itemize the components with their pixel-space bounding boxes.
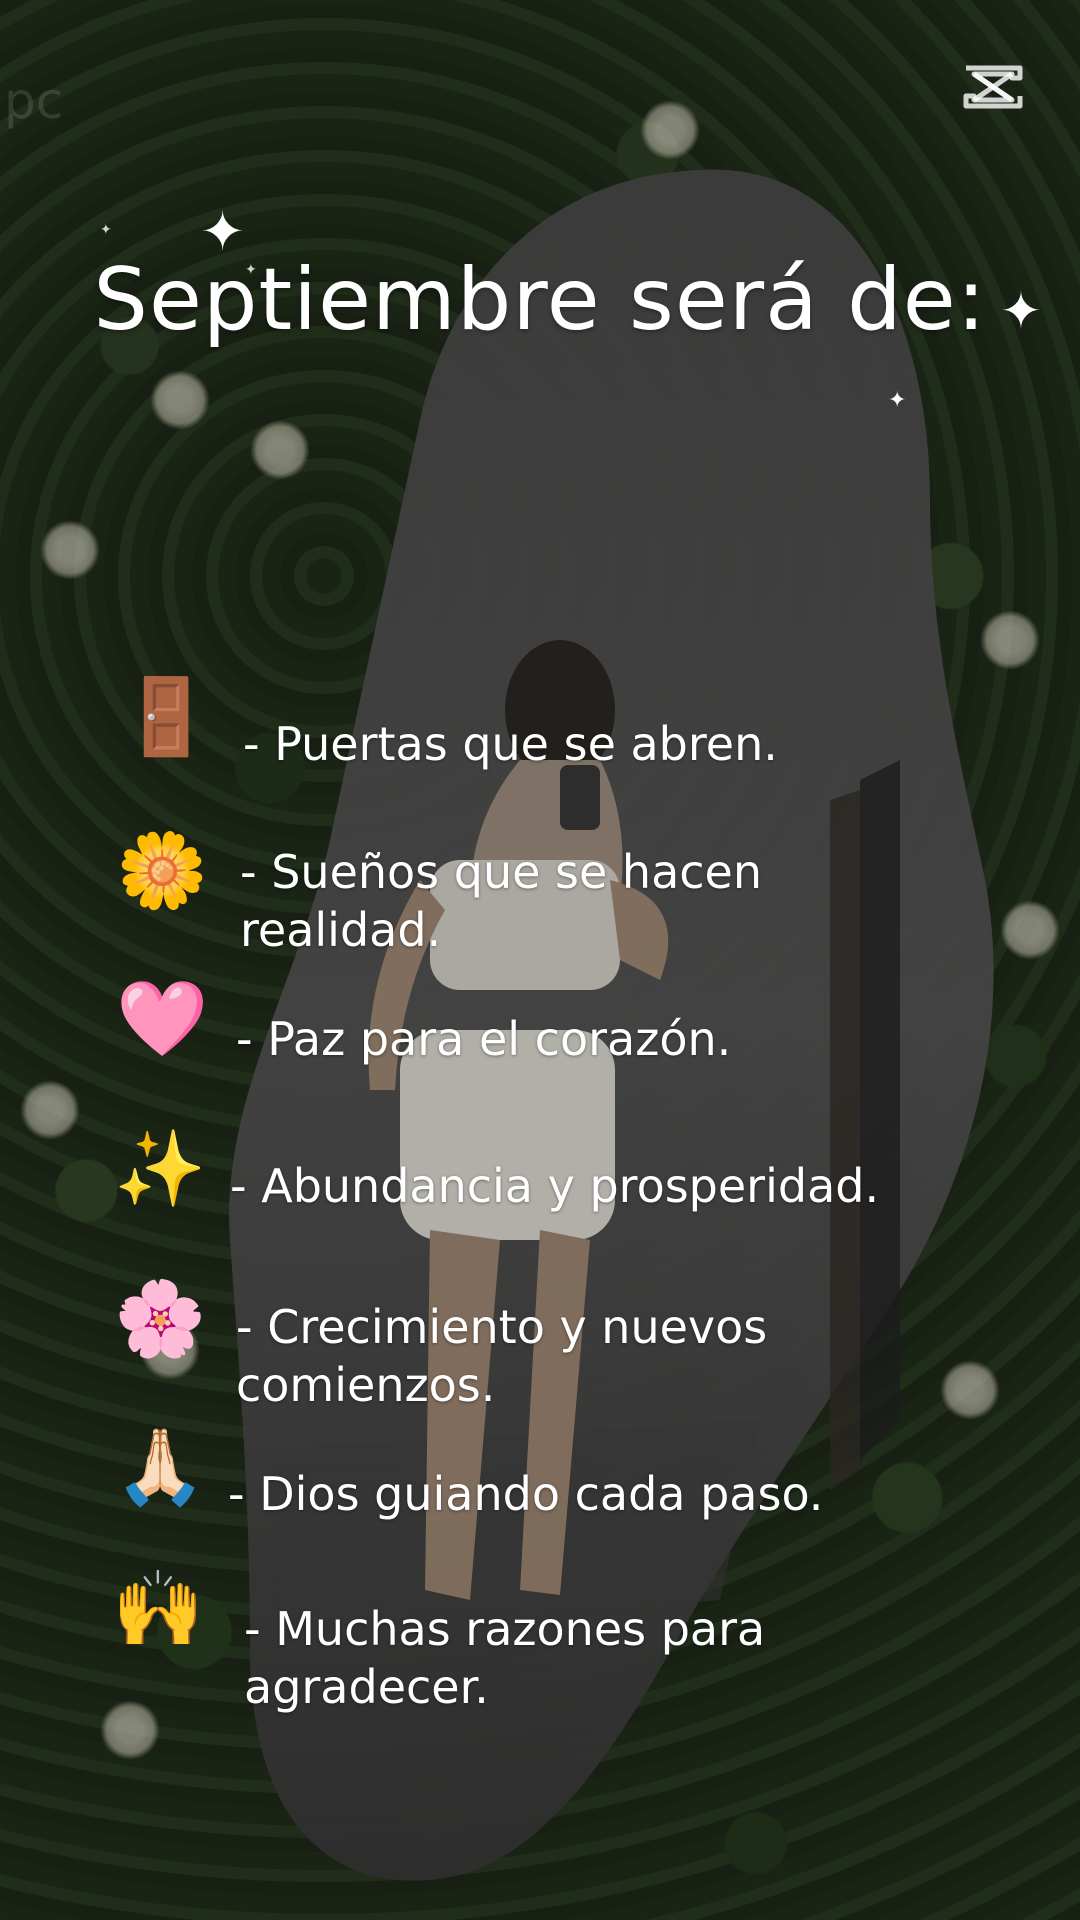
door-icon: 🚪 bbox=[120, 674, 213, 760]
list-item: - Puertas que se abren. bbox=[243, 717, 778, 771]
sparkle-icon: ✦ bbox=[888, 388, 907, 413]
list-item: - Paz para el corazón. bbox=[236, 1012, 732, 1066]
cherry-blossom-icon: 🌸 bbox=[114, 1276, 207, 1362]
pink-heart-icon: 🩷 bbox=[116, 976, 209, 1062]
list-item: - Dios guiando cada paso. bbox=[228, 1467, 824, 1521]
raising-hands-icon: 🙌 bbox=[112, 1566, 205, 1652]
watermark: pc bbox=[4, 72, 64, 130]
sunflower-icon: 🌼 bbox=[116, 828, 209, 914]
list-item: - Muchas razones para agradecer. bbox=[244, 1602, 766, 1714]
praying-hands-icon: 🙏🏻 bbox=[114, 1424, 207, 1510]
sparkle-icon: ✦ bbox=[100, 222, 112, 238]
list-item: - Sueños que se hacen realidad. bbox=[240, 845, 763, 957]
page-title: Septiembre será de: bbox=[93, 250, 987, 350]
list-item: - Abundancia y prosperidad. bbox=[230, 1159, 880, 1213]
story-canvas: pc ✦ ✦ ✦ ✦ ✦ Septiembre será de: 🚪 - Pue… bbox=[0, 0, 1080, 1920]
capcut-logo-icon bbox=[963, 65, 1023, 109]
sparkles-icon: ✨ bbox=[114, 1126, 207, 1212]
list-item: - Crecimiento y nuevos comienzos. bbox=[236, 1300, 768, 1412]
door-frame bbox=[860, 760, 900, 1460]
